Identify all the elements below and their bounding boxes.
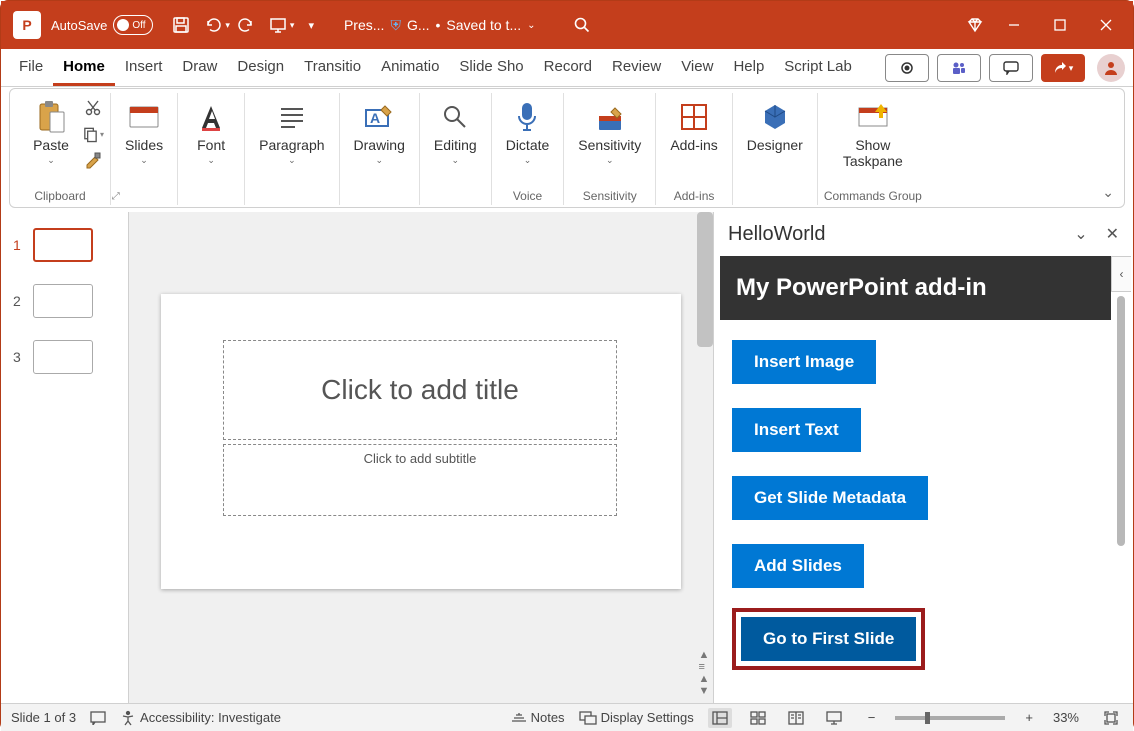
taskpane-title: HelloWorld — [728, 223, 825, 246]
tab-help[interactable]: Help — [723, 50, 774, 86]
title-placeholder[interactable]: Click to add title — [223, 340, 617, 440]
shield-icon: ⛨ — [390, 17, 401, 34]
slide-nav-arrows[interactable]: ▲≡▲▼ — [695, 649, 713, 697]
highlighted-button-box: Go to First Slide — [732, 608, 925, 670]
editing-button[interactable]: Editing⌄ — [426, 97, 485, 168]
slide[interactable]: Click to add title Click to add subtitle — [161, 294, 681, 589]
status-bar: Slide 1 of 3 Accessibility: Investigate … — [1, 703, 1133, 731]
ribbon-tabs: File Home Insert Draw Design Transitio A… — [1, 49, 1133, 87]
autosave-toggle[interactable]: AutoSave Off — [51, 15, 153, 35]
tab-view[interactable]: View — [671, 50, 723, 86]
sensitivity-button[interactable]: Sensitivity⌄ — [570, 97, 649, 168]
notes-button[interactable]: Notes — [511, 710, 565, 725]
account-label[interactable]: G... — [407, 17, 430, 33]
copy-icon[interactable]: ▾ — [82, 123, 104, 145]
tab-record[interactable]: Record — [534, 50, 602, 86]
close-button[interactable] — [1083, 9, 1129, 41]
format-painter-icon[interactable] — [82, 149, 104, 171]
tab-design[interactable]: Design — [227, 50, 294, 86]
taskpane-expand-icon[interactable]: ‹ — [1111, 256, 1131, 292]
show-taskpane-button[interactable]: Show Taskpane — [835, 97, 911, 171]
insert-image-button[interactable]: Insert Image — [732, 340, 876, 384]
addin-banner: My PowerPoint add-in — [720, 256, 1111, 320]
maximize-button[interactable] — [1037, 9, 1083, 41]
cut-icon[interactable] — [82, 97, 104, 119]
tab-draw[interactable]: Draw — [172, 50, 227, 86]
drawing-button[interactable]: A Drawing⌄ — [346, 97, 413, 168]
addins-button[interactable]: Add-ins — [662, 97, 725, 155]
add-slides-button[interactable]: Add Slides — [732, 544, 864, 588]
search-icon[interactable] — [566, 9, 598, 41]
tab-animations[interactable]: Animatio — [371, 50, 449, 86]
font-button[interactable]: Font⌄ — [184, 97, 238, 168]
taskpane-menu-icon[interactable]: ⌄ — [1074, 224, 1087, 244]
title-bar: P AutoSave Off ▾ ▾ ▾ Pres... ⛨ G... • Sa… — [1, 1, 1133, 49]
comments-button[interactable] — [989, 54, 1033, 82]
saved-status[interactable]: Saved to t... — [446, 17, 521, 33]
go-to-first-slide-button[interactable]: Go to First Slide — [741, 617, 916, 661]
thumbnail-3[interactable]: 3 — [1, 336, 128, 392]
fit-to-window-icon[interactable] — [1099, 708, 1123, 728]
slide-counter[interactable]: Slide 1 of 3 — [11, 710, 76, 725]
thumbnail-2[interactable]: 2 — [1, 280, 128, 336]
vertical-scrollbar[interactable] — [697, 212, 713, 347]
taskpane-close-icon[interactable]: ✕ — [1106, 224, 1119, 244]
diamond-icon[interactable] — [959, 9, 991, 41]
slides-button[interactable]: Slides⌄ — [117, 97, 171, 168]
thumbnail-1[interactable]: 1 — [1, 224, 128, 280]
share-button[interactable]: ▾ — [1041, 54, 1085, 82]
record-button[interactable] — [885, 54, 929, 82]
collapse-ribbon-icon[interactable]: ⌄ — [1102, 184, 1114, 201]
user-avatar[interactable] — [1097, 54, 1125, 82]
zoom-level[interactable]: 33% — [1053, 710, 1079, 725]
tab-insert[interactable]: Insert — [115, 50, 173, 86]
tab-transitions[interactable]: Transitio — [294, 50, 371, 86]
reading-view-icon[interactable] — [784, 708, 808, 728]
tab-file[interactable]: File — [9, 50, 53, 86]
autosave-label: AutoSave — [51, 18, 107, 33]
main-area: 1 2 3 Click to add title Click to add su… — [1, 212, 1133, 703]
tab-review[interactable]: Review — [602, 50, 671, 86]
ribbon: Paste ⌄ ▾ Clipboard⤢ Slides⌄ Font⌄ Parag… — [9, 88, 1125, 208]
insert-text-button[interactable]: Insert Text — [732, 408, 861, 452]
slideshow-view-icon[interactable] — [822, 708, 846, 728]
minimize-button[interactable] — [991, 9, 1037, 41]
sorter-view-icon[interactable] — [746, 708, 770, 728]
teams-button[interactable] — [937, 54, 981, 82]
paragraph-button[interactable]: Paragraph⌄ — [251, 97, 332, 168]
svg-text:A: A — [370, 110, 380, 126]
taskpane: HelloWorld ⌄ ✕ My PowerPoint add-in Inse… — [713, 212, 1133, 703]
get-slide-metadata-button[interactable]: Get Slide Metadata — [732, 476, 928, 520]
slide-canvas[interactable]: Click to add title Click to add subtitle… — [129, 212, 713, 703]
tab-home[interactable]: Home — [53, 50, 115, 86]
designer-button[interactable]: Designer — [739, 97, 811, 155]
zoom-slider[interactable] — [895, 716, 1005, 720]
subtitle-placeholder[interactable]: Click to add subtitle — [223, 444, 617, 516]
tab-slideshow[interactable]: Slide Sho — [449, 50, 533, 86]
save-icon[interactable] — [165, 9, 197, 41]
display-settings-button[interactable]: Display Settings — [579, 710, 694, 725]
normal-view-icon[interactable] — [708, 708, 732, 728]
taskpane-scrollbar[interactable] — [1117, 296, 1125, 546]
language-icon[interactable] — [90, 711, 106, 725]
slide-thumbnails: 1 2 3 — [1, 212, 129, 703]
file-name[interactable]: Pres... — [344, 17, 384, 33]
dictate-button[interactable]: Dictate⌄ — [498, 97, 558, 168]
powerpoint-app-icon: P — [13, 11, 41, 39]
tab-scriptlab[interactable]: Script Lab — [774, 50, 862, 86]
taskpane-header: HelloWorld ⌄ ✕ — [714, 212, 1133, 256]
paste-button[interactable]: Paste ⌄ — [24, 97, 78, 168]
accessibility-status[interactable]: Accessibility: Investigate — [120, 710, 281, 726]
redo-icon[interactable] — [230, 9, 262, 41]
